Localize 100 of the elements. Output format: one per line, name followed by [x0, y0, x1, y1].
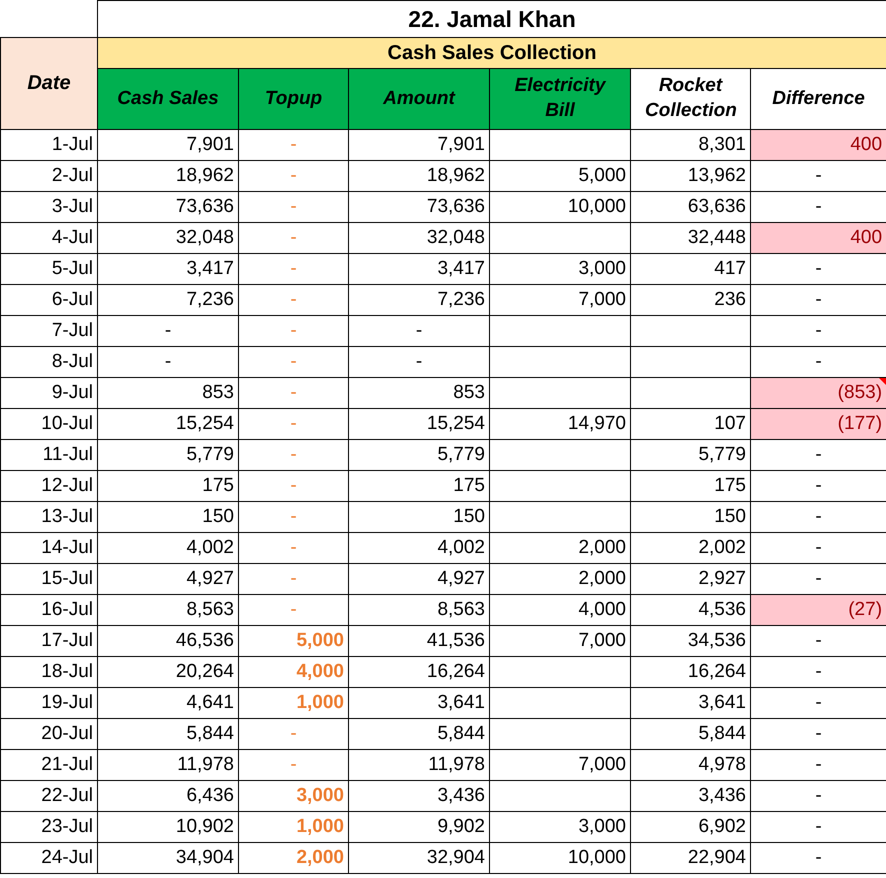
table-cell: 175 — [630, 470, 750, 502]
table-cell: - — [98, 316, 238, 346]
column-header: Date — [0, 38, 98, 130]
table-cell: 3,000 — [490, 254, 630, 284]
table-cell: 7,000 — [490, 626, 630, 656]
table-cell: 13-Jul — [0, 502, 98, 532]
table-cell: - — [750, 750, 886, 780]
table-cell: - — [750, 192, 886, 222]
table-cell: 4,927 — [348, 564, 490, 594]
table-cell: 10,000 — [490, 192, 630, 222]
table-cell: - — [750, 440, 886, 470]
table-cell: 4,000 — [490, 594, 630, 626]
table-cell: 41,536 — [348, 626, 490, 656]
table-cell: 3,641 — [348, 688, 490, 718]
table-cell: 8,301 — [630, 130, 750, 160]
table-cell: 5,844 — [630, 718, 750, 750]
table-cell: (27) — [750, 594, 886, 626]
table-cell: 2,000 — [490, 532, 630, 564]
table-cell: 7,236 — [98, 284, 238, 316]
table-cell: - — [750, 316, 886, 346]
column-header: Electricity Bill — [490, 68, 630, 130]
table-cell: 32,048 — [348, 222, 490, 254]
table-cell: 18-Jul — [0, 656, 98, 688]
table-cell: 3,436 — [630, 780, 750, 812]
table-cell: 9-Jul — [0, 378, 98, 408]
table-cell: - — [98, 346, 238, 378]
group-header: Cash Sales Collection — [98, 38, 886, 68]
table-cell: 19-Jul — [0, 688, 98, 718]
table-cell: 7,901 — [348, 130, 490, 160]
table-cell: 150 — [630, 502, 750, 532]
table-cell: 1-Jul — [0, 130, 98, 160]
table-cell: 17-Jul — [0, 626, 98, 656]
table-cell: 3,641 — [630, 688, 750, 718]
table-cell: 400 — [750, 222, 886, 254]
table-cell: 10,000 — [490, 842, 630, 874]
table-cell: 2,000 — [490, 564, 630, 594]
table-cell: 5,779 — [98, 440, 238, 470]
table-cell: 5,000 — [490, 160, 630, 192]
table-cell: - — [750, 656, 886, 688]
table-cell: 10-Jul — [0, 408, 98, 440]
table-cell: 4,002 — [348, 532, 490, 564]
table-cell: 107 — [630, 408, 750, 440]
table-cell: 8,563 — [98, 594, 238, 626]
table-cell: 8-Jul — [0, 346, 98, 378]
table-cell: 5,844 — [98, 718, 238, 750]
table-cell: - — [750, 502, 886, 532]
table-cell: 34,904 — [98, 842, 238, 874]
table-cell: 150 — [98, 502, 238, 532]
table-cell: 16-Jul — [0, 594, 98, 626]
table-cell: 417 — [630, 254, 750, 284]
table-cell: 4,002 — [98, 532, 238, 564]
table-cell: 2-Jul — [0, 160, 98, 192]
table-cell: - — [750, 688, 886, 718]
table-cell: 4,536 — [630, 594, 750, 626]
table-cell: - — [348, 316, 490, 346]
table-cell: (177) — [750, 408, 886, 440]
table-cell: 22,904 — [630, 842, 750, 874]
table-cell: 175 — [348, 470, 490, 502]
table-cell: 46,536 — [98, 626, 238, 656]
table-cell: - — [750, 346, 886, 378]
table-cell: 18,962 — [348, 160, 490, 192]
table-cell: 34,536 — [630, 626, 750, 656]
table-cell: - — [750, 812, 886, 842]
table-cell: 853 — [348, 378, 490, 408]
table-cell: 22-Jul — [0, 780, 98, 812]
table-cell: 4,927 — [98, 564, 238, 594]
table-cell: 3,417 — [348, 254, 490, 284]
table-cell: 175 — [98, 470, 238, 502]
table-cell: 24-Jul — [0, 842, 98, 874]
table-cell: 3-Jul — [0, 192, 98, 222]
table-cell: 5,779 — [348, 440, 490, 470]
table-cell: 32,048 — [98, 222, 238, 254]
table-cell: 7-Jul — [0, 316, 98, 346]
table-cell: 5,779 — [630, 440, 750, 470]
table-cell: - — [750, 470, 886, 502]
table-cell: 4,978 — [630, 750, 750, 780]
table-cell: - — [750, 284, 886, 316]
table-cell: - — [750, 842, 886, 874]
table-cell: 16,264 — [348, 656, 490, 688]
table-cell: 4-Jul — [0, 222, 98, 254]
table-cell: 5-Jul — [0, 254, 98, 284]
table-cell: 63,636 — [630, 192, 750, 222]
table-cell: 853 — [98, 378, 238, 408]
table-cell: 15,254 — [98, 408, 238, 440]
table-cell: - — [348, 346, 490, 378]
table-cell: 11,978 — [98, 750, 238, 780]
table-cell: 8,563 — [348, 594, 490, 626]
table-cell: 23-Jul — [0, 812, 98, 842]
table-cell: 20-Jul — [0, 718, 98, 750]
table-cell: - — [750, 254, 886, 284]
table-cell: 73,636 — [348, 192, 490, 222]
table-cell: - — [750, 780, 886, 812]
table-cell: 7,236 — [348, 284, 490, 316]
table-cell: 13,962 — [630, 160, 750, 192]
table-cell: 3,417 — [98, 254, 238, 284]
table-cell: (853) — [750, 378, 886, 408]
table-cell: 73,636 — [98, 192, 238, 222]
table-cell: 3,436 — [348, 780, 490, 812]
table-cell: - — [750, 160, 886, 192]
table-cell: 5,844 — [348, 718, 490, 750]
